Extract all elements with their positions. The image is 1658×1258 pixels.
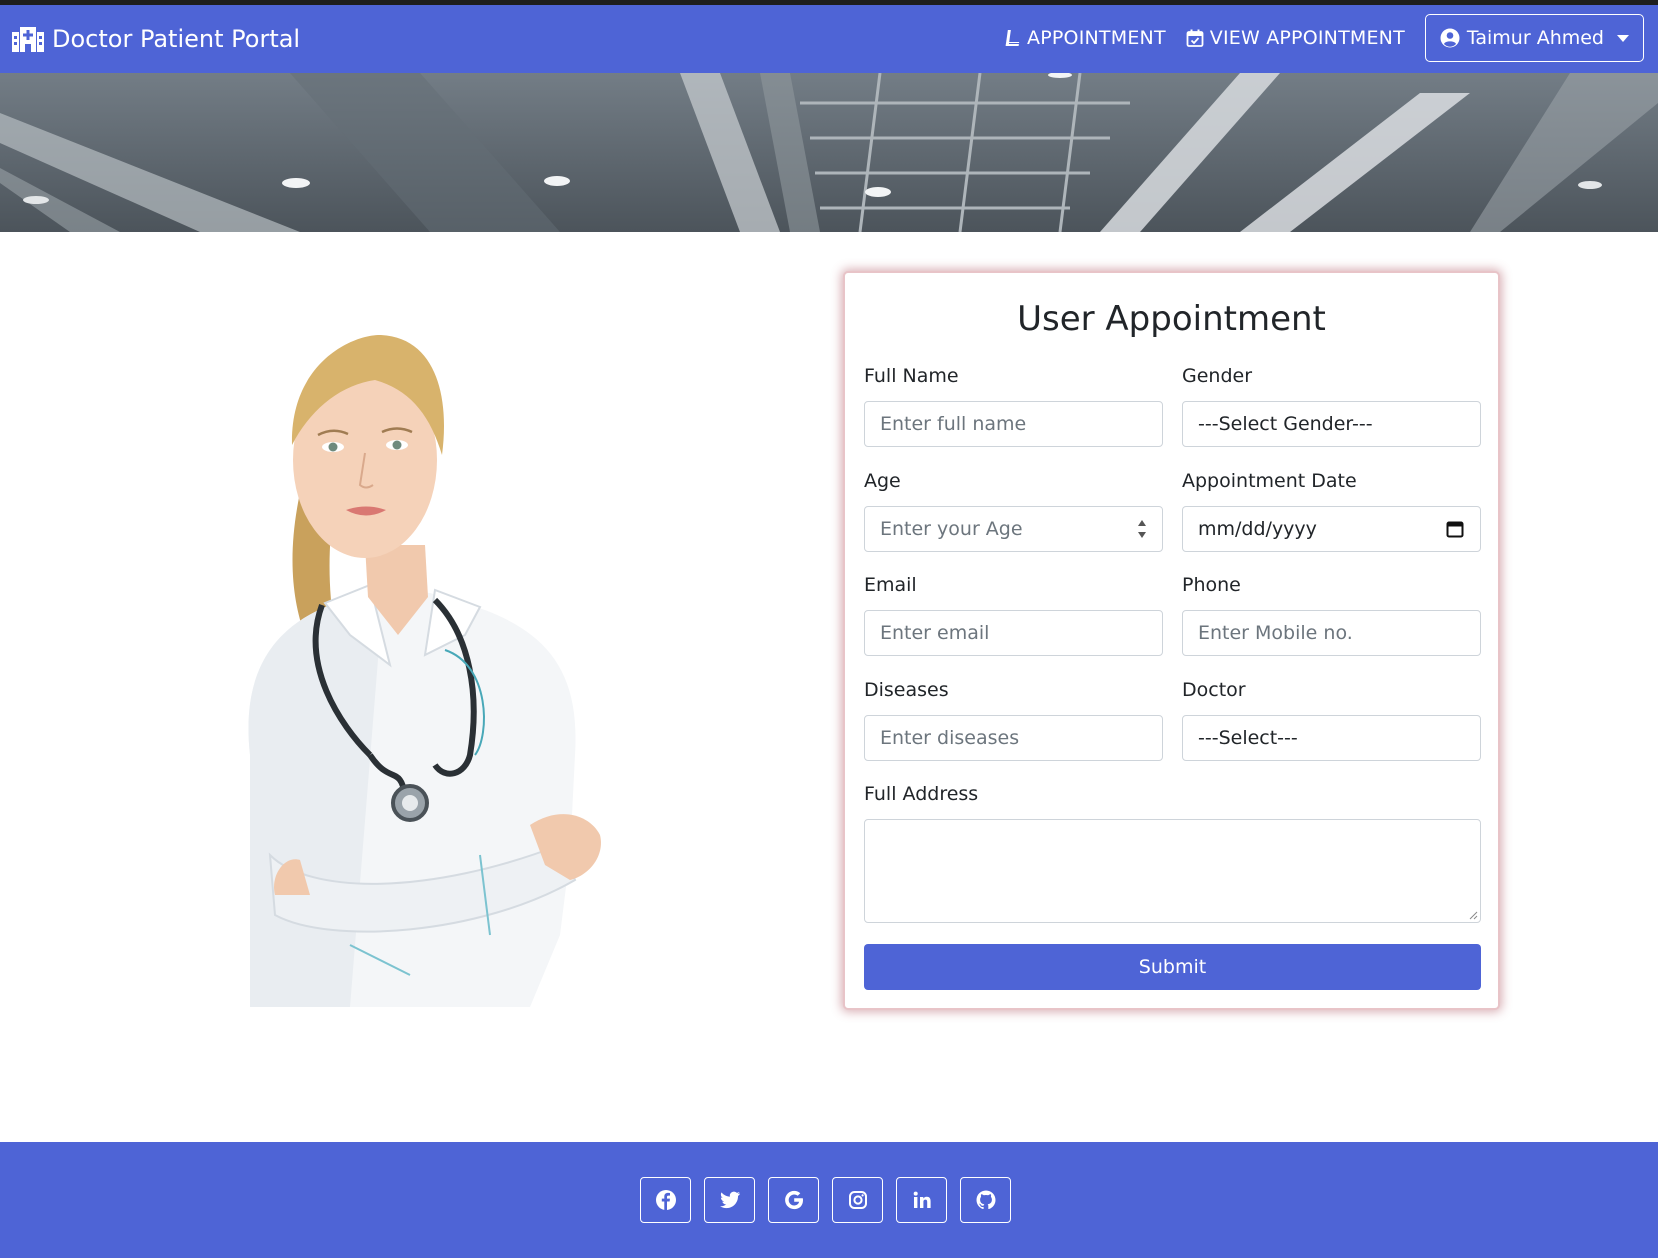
submit-button[interactable]: Submit <box>864 944 1481 990</box>
email-label: Email <box>864 574 917 596</box>
user-name: Taimur Ahmed <box>1466 27 1604 49</box>
gender-select[interactable]: ---Select Gender--- <box>1182 401 1481 447</box>
doctor-image <box>248 335 601 1007</box>
full-address-textarea[interactable] <box>864 819 1481 923</box>
chevron-down-icon <box>1617 34 1629 42</box>
facebook-icon <box>655 1190 676 1210</box>
brand-title: Doctor Patient Portal <box>52 25 301 53</box>
resize-handle-icon[interactable] <box>1468 910 1478 920</box>
appointment-date-label: Appointment Date <box>1182 470 1357 492</box>
number-spinner-icon[interactable] <box>1136 517 1148 541</box>
linkedin-link[interactable] <box>896 1177 947 1223</box>
nav-view-appointment-label: VIEW APPOINTMENT <box>1209 27 1405 49</box>
form-title: User Appointment <box>1017 299 1326 339</box>
user-dropdown-button[interactable]: Taimur Ahmed <box>1424 14 1644 62</box>
gender-label: Gender <box>1182 365 1253 387</box>
appointment-form-card: User Appointment Full Name Enter full na… <box>843 271 1500 1010</box>
ceiling-photo <box>0 73 1658 232</box>
facebook-link[interactable] <box>640 1177 691 1223</box>
hero-banner-image <box>0 73 1658 232</box>
instagram-link[interactable] <box>832 1177 883 1223</box>
nav-links: APPOINTMENT VIEW APPOINTMENT Taimur Ahme… <box>1003 14 1644 62</box>
instagram-icon <box>848 1191 867 1209</box>
twitter-link[interactable] <box>704 1177 755 1223</box>
diseases-label: Diseases <box>864 679 949 701</box>
google-icon <box>784 1190 803 1210</box>
full-address-label: Full Address <box>864 783 979 805</box>
calendar-check-icon <box>1186 29 1204 47</box>
brand-link[interactable]: Doctor Patient Portal <box>12 25 300 53</box>
user-circle-icon <box>1440 28 1460 48</box>
nav-view-appointment-link[interactable]: VIEW APPOINTMENT <box>1186 27 1405 49</box>
github-link[interactable] <box>960 1177 1011 1223</box>
phone-label: Phone <box>1182 574 1241 596</box>
social-links <box>640 1177 1011 1223</box>
doctor-label: Doctor <box>1182 679 1246 701</box>
nav-appointment-label: APPOINTMENT <box>1027 27 1166 49</box>
hospital-icon <box>12 27 44 52</box>
calendar-icon[interactable] <box>1446 520 1464 538</box>
age-label: Age <box>864 470 901 492</box>
full-name-label: Full Name <box>864 365 959 387</box>
appointment-date-input[interactable]: mm/dd/yyyy <box>1182 506 1481 552</box>
linkedin-icon <box>913 1191 931 1208</box>
google-link[interactable] <box>768 1177 819 1223</box>
diseases-input[interactable]: Enter diseases <box>864 715 1163 761</box>
phone-input[interactable]: Enter Mobile no. <box>1182 610 1481 656</box>
nav-appointment-link[interactable]: APPOINTMENT <box>1003 27 1166 49</box>
email-input[interactable]: Enter email <box>864 610 1163 656</box>
age-placeholder: Enter your Age <box>880 518 1023 540</box>
age-input[interactable]: Enter your Age <box>864 506 1163 552</box>
doctor-select[interactable]: ---Select--- <box>1182 715 1481 761</box>
book-icon <box>1005 30 1021 46</box>
twitter-icon <box>719 1191 740 1209</box>
github-icon <box>976 1190 995 1210</box>
navbar: Doctor Patient Portal APPOINTMENT VIEW A… <box>0 5 1658 73</box>
date-format-text: mm/dd/yyyy <box>1198 518 1317 540</box>
footer <box>0 1142 1658 1258</box>
full-name-input[interactable]: Enter full name <box>864 401 1163 447</box>
